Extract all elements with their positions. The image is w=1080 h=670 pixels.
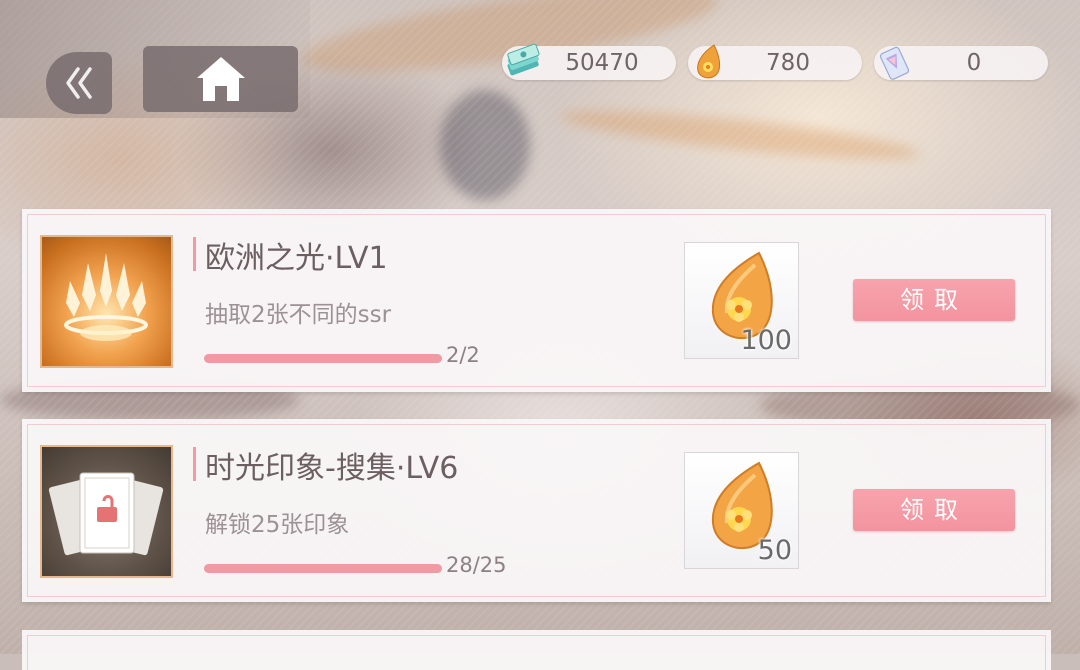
- title-accent: [193, 237, 196, 271]
- back-button[interactable]: [46, 52, 112, 114]
- cash-stack-icon: [507, 43, 540, 76]
- gem-amount: 780: [766, 50, 810, 76]
- home-icon: [196, 57, 245, 101]
- unlocked-cards-icon: [48, 472, 164, 556]
- reward-quantity: 50: [757, 535, 792, 566]
- reward-slot[interactable]: 50: [684, 452, 799, 569]
- title-accent: [193, 447, 196, 481]
- progress-bar: [204, 354, 442, 363]
- task-description: 解锁25张印象: [205, 512, 350, 538]
- task-card: 时光印象-搜集·LV6 解锁25张印象 28/25 50 领取: [22, 419, 1051, 602]
- cash-amount: 50470: [565, 50, 639, 76]
- currency-crystal[interactable]: 0: [874, 46, 1048, 80]
- task-title: 时光印象-搜集·LV6: [205, 451, 459, 486]
- progress-count: 2/2: [446, 343, 480, 367]
- progress-bar: [204, 564, 442, 573]
- progress-bar-fill: [204, 354, 442, 363]
- double-chevron-left-icon: [66, 67, 92, 99]
- reward-slot[interactable]: 100: [684, 242, 799, 359]
- progress-count: 28/25: [446, 553, 507, 577]
- task-card-partial: [22, 630, 1051, 670]
- task-title: 欧洲之光·LV1: [205, 241, 388, 276]
- task-card: 欧洲之光·LV1 抽取2张不同的ssr 2/2 100 领取: [22, 209, 1051, 392]
- crystal-ticket-icon: [879, 46, 910, 80]
- reward-quantity: 100: [740, 325, 792, 356]
- achievement-badge: [40, 235, 173, 368]
- achievement-badge: [40, 445, 173, 578]
- progress-bar-fill: [204, 564, 442, 573]
- crown-icon: [64, 253, 148, 341]
- currency-cash[interactable]: 50470: [502, 43, 676, 80]
- task-description: 抽取2张不同的ssr: [205, 302, 392, 328]
- amber-gem-icon: [697, 44, 721, 79]
- claim-button[interactable]: 领取: [853, 489, 1015, 531]
- home-button[interactable]: [143, 46, 298, 112]
- claim-button[interactable]: 领取: [853, 279, 1015, 321]
- currency-gem[interactable]: 780: [688, 44, 862, 80]
- crystal-amount: 0: [966, 50, 982, 76]
